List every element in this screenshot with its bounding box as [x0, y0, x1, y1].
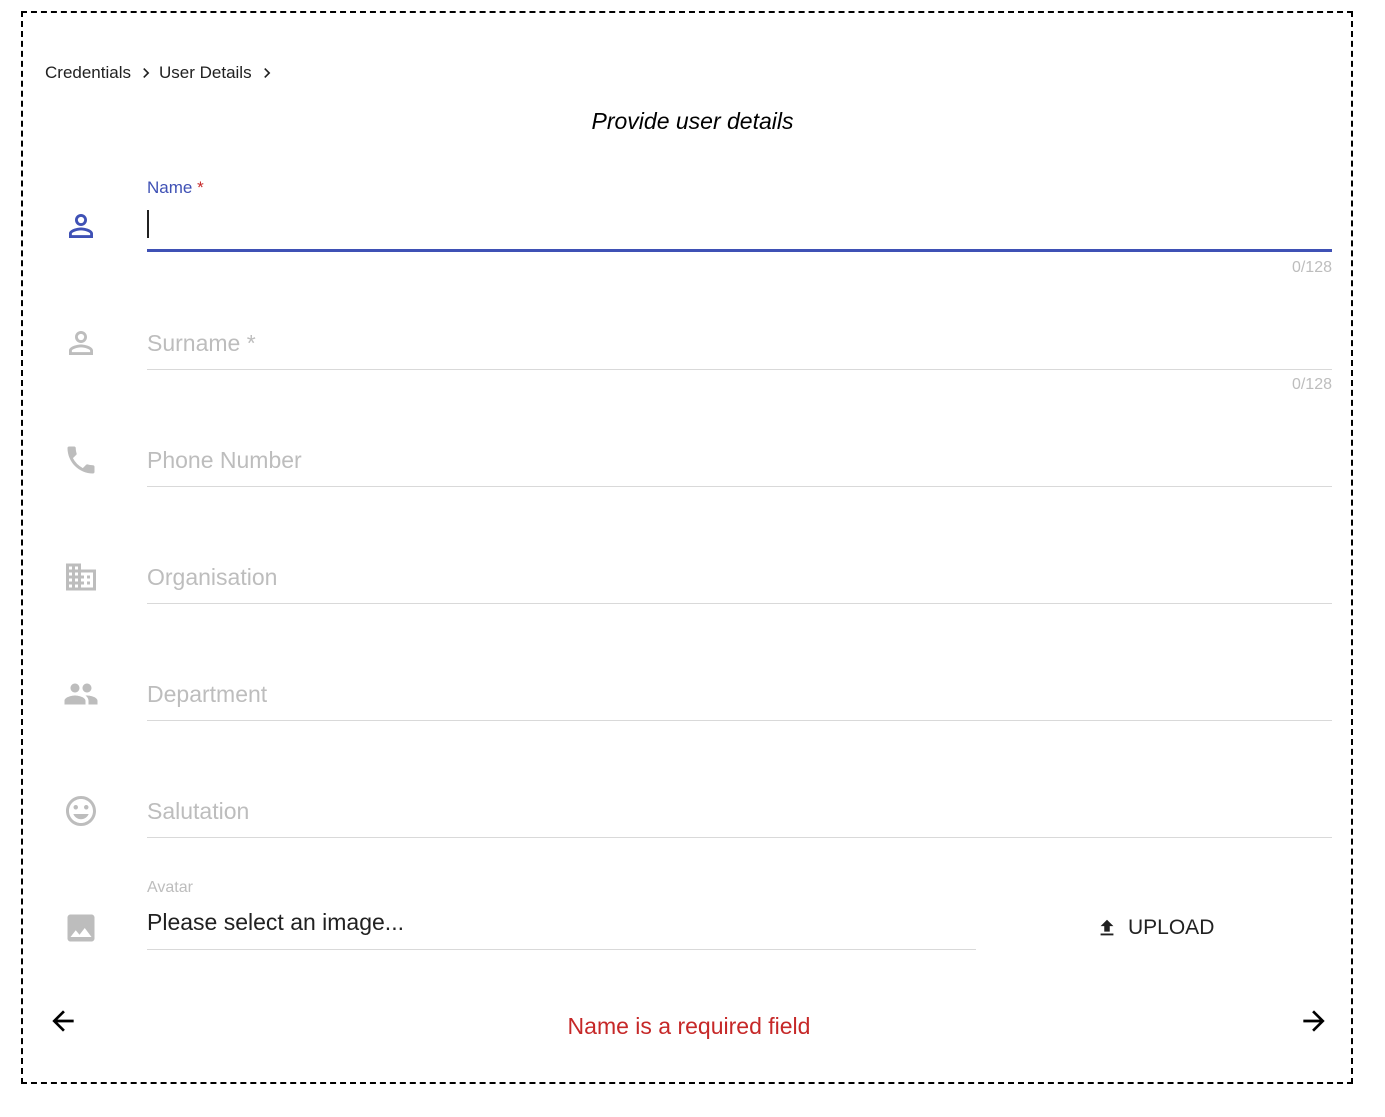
avatar-input[interactable]: Please select an image...: [147, 909, 404, 936]
surname-field: 0/128: [147, 325, 1332, 400]
salutation-input[interactable]: [147, 793, 1332, 829]
image-icon: [63, 910, 99, 946]
phone-icon: [63, 442, 99, 478]
next-arrow-button[interactable]: [1298, 1005, 1330, 1037]
smiley-icon: [63, 793, 99, 829]
name-underline: [147, 249, 1332, 252]
phone-input[interactable]: [147, 442, 1332, 478]
department-input[interactable]: [147, 676, 1332, 712]
name-char-counter: 0/128: [1291, 259, 1332, 276]
organisation-input[interactable]: [147, 559, 1332, 595]
name-field: Name * 0/128: [147, 172, 1332, 276]
salutation-field: [147, 793, 1332, 843]
avatar-field: Avatar Please select an image...: [147, 876, 976, 956]
breadcrumb-item-user-details[interactable]: User Details: [159, 63, 252, 83]
upload-icon: [1100, 919, 1114, 936]
text-cursor: [147, 210, 149, 238]
avatar-underline: [147, 949, 976, 950]
phone-underline: [147, 486, 1332, 487]
breadcrumb: Credentials User Details: [45, 62, 280, 84]
arrow-right-icon: [1303, 1010, 1325, 1032]
person-outline-icon: [63, 325, 99, 361]
chevron-right-icon: [136, 63, 156, 83]
upload-label: UPLOAD: [1128, 916, 1215, 939]
surname-underline: [147, 369, 1332, 370]
people-icon: [63, 676, 99, 712]
name-input[interactable]: [147, 206, 1332, 242]
business-icon: [63, 559, 99, 595]
avatar-label: Avatar: [147, 879, 193, 896]
breadcrumb-item-credentials[interactable]: Credentials: [45, 63, 131, 83]
upload-button[interactable]: UPLOAD: [1096, 910, 1214, 946]
name-label: Name *: [147, 178, 204, 197]
surname-input[interactable]: [147, 325, 1332, 361]
chevron-right-icon: [257, 63, 277, 83]
error-message: Name is a required field: [567, 1013, 811, 1039]
salutation-underline: [147, 837, 1332, 838]
page-title: Provide user details: [591, 108, 794, 134]
surname-char-counter: 0/128: [1291, 376, 1332, 393]
phone-field: [147, 442, 1332, 492]
organisation-underline: [147, 603, 1332, 604]
department-field: [147, 676, 1332, 726]
department-underline: [147, 720, 1332, 721]
organisation-field: [147, 559, 1332, 609]
person-outline-icon: [63, 208, 99, 244]
